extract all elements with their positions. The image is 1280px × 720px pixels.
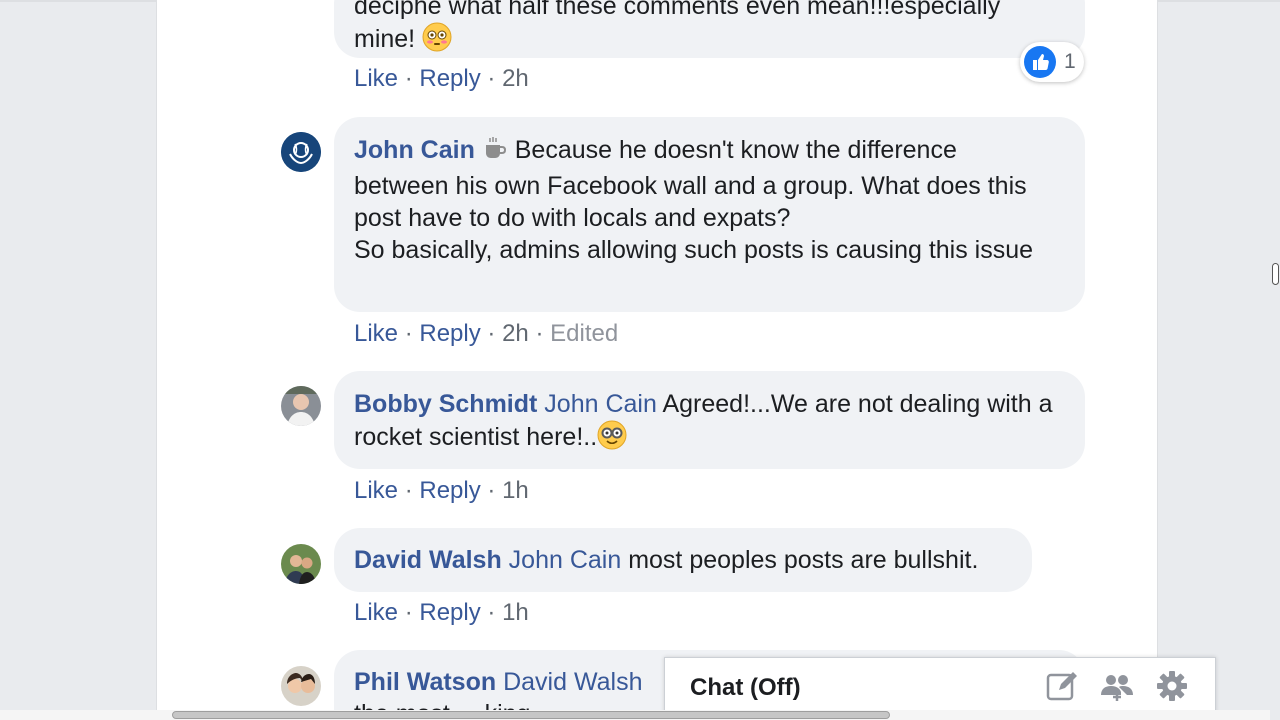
comment-text: Because he doesn't know the difference: [514, 136, 957, 164]
chat-title[interactable]: Chat (Off): [690, 674, 801, 702]
comment-text-line2: mine!: [354, 22, 1065, 55]
separator-dot: ·: [404, 477, 420, 504]
horizontal-scrollbar-thumb[interactable]: [172, 711, 890, 719]
like-link[interactable]: Like: [354, 320, 398, 347]
mention-link[interactable]: David Walsh: [503, 668, 642, 696]
like-link[interactable]: Like: [354, 599, 398, 626]
mention-link[interactable]: John Cain: [544, 390, 657, 418]
add-people-icon[interactable]: [1099, 669, 1133, 703]
avatar[interactable]: [281, 132, 321, 172]
separator-dot: ·: [487, 477, 503, 504]
vertical-scrollbar-thumb[interactable]: [1272, 263, 1279, 285]
comment-author[interactable]: Phil Watson: [354, 668, 496, 696]
comment-text-body: between his own Facebook wall and a grou…: [354, 172, 1027, 232]
separator-dot: ·: [404, 320, 420, 347]
comment-timestamp[interactable]: 1h: [502, 477, 529, 504]
coffee-cup-icon: [485, 137, 506, 158]
vertical-scrollbar[interactable]: [1270, 0, 1280, 720]
reply-link[interactable]: Reply: [419, 477, 480, 504]
comment-actions: Like · Reply · 2h · Edited: [354, 320, 618, 348]
comment-timestamp[interactable]: 2h: [502, 320, 529, 347]
like-link[interactable]: Like: [354, 65, 398, 92]
comment-text: most peoples posts are bullshit.: [628, 546, 979, 574]
comment-timestamp[interactable]: 1h: [502, 599, 529, 626]
separator-dot: ·: [404, 599, 420, 626]
comment-bubble: deciphe what half these comments even me…: [334, 0, 1085, 58]
comment-actions: Like · Reply · 2h: [354, 65, 529, 93]
reaction-count: 1: [1064, 50, 1076, 73]
comment-actions: Like · Reply · 1h: [354, 477, 529, 505]
comment-actions: Like · Reply · 1h: [354, 599, 529, 627]
separator-dot: ·: [404, 65, 420, 92]
comment-author[interactable]: Bobby Schmidt: [354, 390, 537, 418]
comment-author[interactable]: David Walsh: [354, 546, 502, 574]
flushed-face-emoji-icon: [422, 22, 452, 52]
comment-bubble: John Cain Because he doesn't know the di…: [334, 117, 1085, 312]
avatar[interactable]: [281, 386, 321, 426]
reply-link[interactable]: Reply: [419, 65, 480, 92]
avatar[interactable]: [281, 666, 321, 706]
separator-dot: ·: [487, 599, 503, 626]
reaction-badge[interactable]: 1: [1020, 42, 1084, 82]
comment-bubble: Bobby Schmidt John Cain Agreed!...We are…: [334, 371, 1085, 469]
like-reaction-icon: [1024, 46, 1056, 78]
comment-text-paragraph: So basically, admins allowing such posts…: [354, 236, 1034, 264]
comment-text: deciphe what half these comments even me…: [354, 0, 1001, 20]
avatar[interactable]: [281, 544, 321, 584]
mention-link[interactable]: John Cain: [509, 546, 622, 574]
comment-bubble: David Walsh John Cain most peoples posts…: [334, 528, 1032, 592]
comment-text-end: mine!: [354, 25, 416, 53]
comment-first-line: John Cain Because he doesn't know the di…: [354, 134, 1065, 166]
separator-dot: ·: [487, 320, 503, 347]
like-link[interactable]: Like: [354, 477, 398, 504]
nerd-face-emoji-icon: [597, 420, 627, 450]
separator-dot: ·: [487, 65, 503, 92]
reply-link[interactable]: Reply: [419, 599, 480, 626]
edited-label[interactable]: Edited: [550, 320, 618, 347]
comments-panel: deciphe what half these comments even me…: [156, 0, 1158, 712]
separator-dot: ·: [535, 320, 551, 347]
reply-link[interactable]: Reply: [419, 320, 480, 347]
gear-icon[interactable]: [1155, 669, 1189, 703]
comment-timestamp[interactable]: 2h: [502, 65, 529, 92]
comment-author[interactable]: John Cain: [354, 136, 475, 164]
compose-icon[interactable]: [1045, 669, 1079, 703]
